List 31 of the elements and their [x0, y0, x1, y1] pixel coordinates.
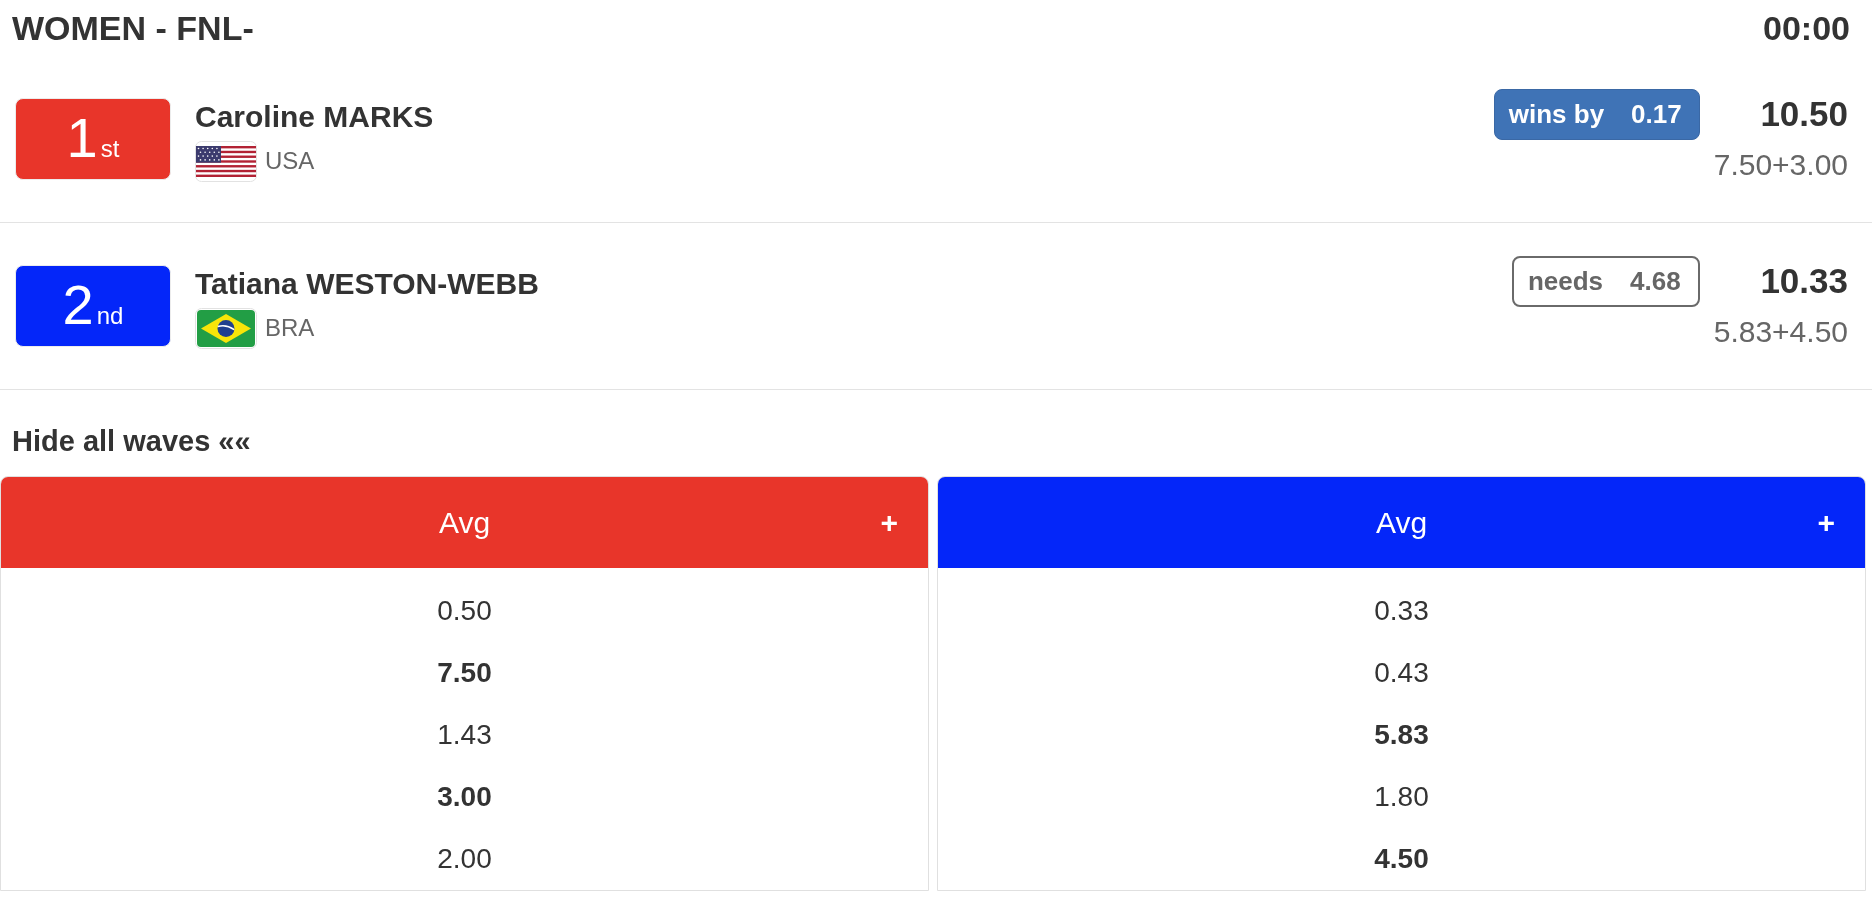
- brazil-flag-icon: [195, 307, 257, 349]
- wave-score: 1.43: [437, 719, 492, 751]
- wave-score: 0.33: [1374, 595, 1429, 627]
- country-code: BRA: [265, 314, 315, 342]
- athlete-name: Tatiana WESTON-WEBB: [195, 265, 539, 302]
- wave-score: 2.00: [437, 843, 492, 875]
- total-score: 10.50: [1760, 93, 1848, 135]
- heat-timer: 00:00: [1763, 8, 1850, 48]
- status-label: wins by: [1508, 98, 1605, 130]
- wave-score: 4.50: [1374, 843, 1429, 875]
- score-breakdown: 7.50+3.00: [1713, 146, 1848, 183]
- us-flag-icon: [195, 140, 257, 182]
- score-breakdown: 5.83+4.50: [1713, 313, 1848, 350]
- wave-score: 5.83: [1374, 719, 1429, 751]
- wave-score: 7.50: [437, 657, 492, 689]
- status-value: 4.68: [1630, 265, 1681, 297]
- hide-waves-toggle[interactable]: Hide all waves ««: [12, 424, 251, 458]
- wave-score: 0.50: [437, 595, 492, 627]
- expand-button[interactable]: +: [880, 507, 898, 538]
- total-score: 10.33: [1760, 260, 1848, 302]
- expand-button[interactable]: +: [1817, 507, 1835, 538]
- wave-score: 0.43: [1374, 657, 1429, 689]
- event-title: WOMEN - FNL-: [12, 8, 254, 48]
- athlete-name: Caroline MARKS: [195, 98, 434, 135]
- column-heading: Avg: [438, 505, 491, 540]
- wave-score: 1.80: [1374, 781, 1429, 813]
- wave-score: 3.00: [437, 781, 492, 813]
- country-code: USA: [265, 147, 315, 175]
- column-heading: Avg: [1375, 505, 1428, 540]
- status-label: needs: [1527, 265, 1604, 297]
- status-value: 0.17: [1631, 98, 1682, 130]
